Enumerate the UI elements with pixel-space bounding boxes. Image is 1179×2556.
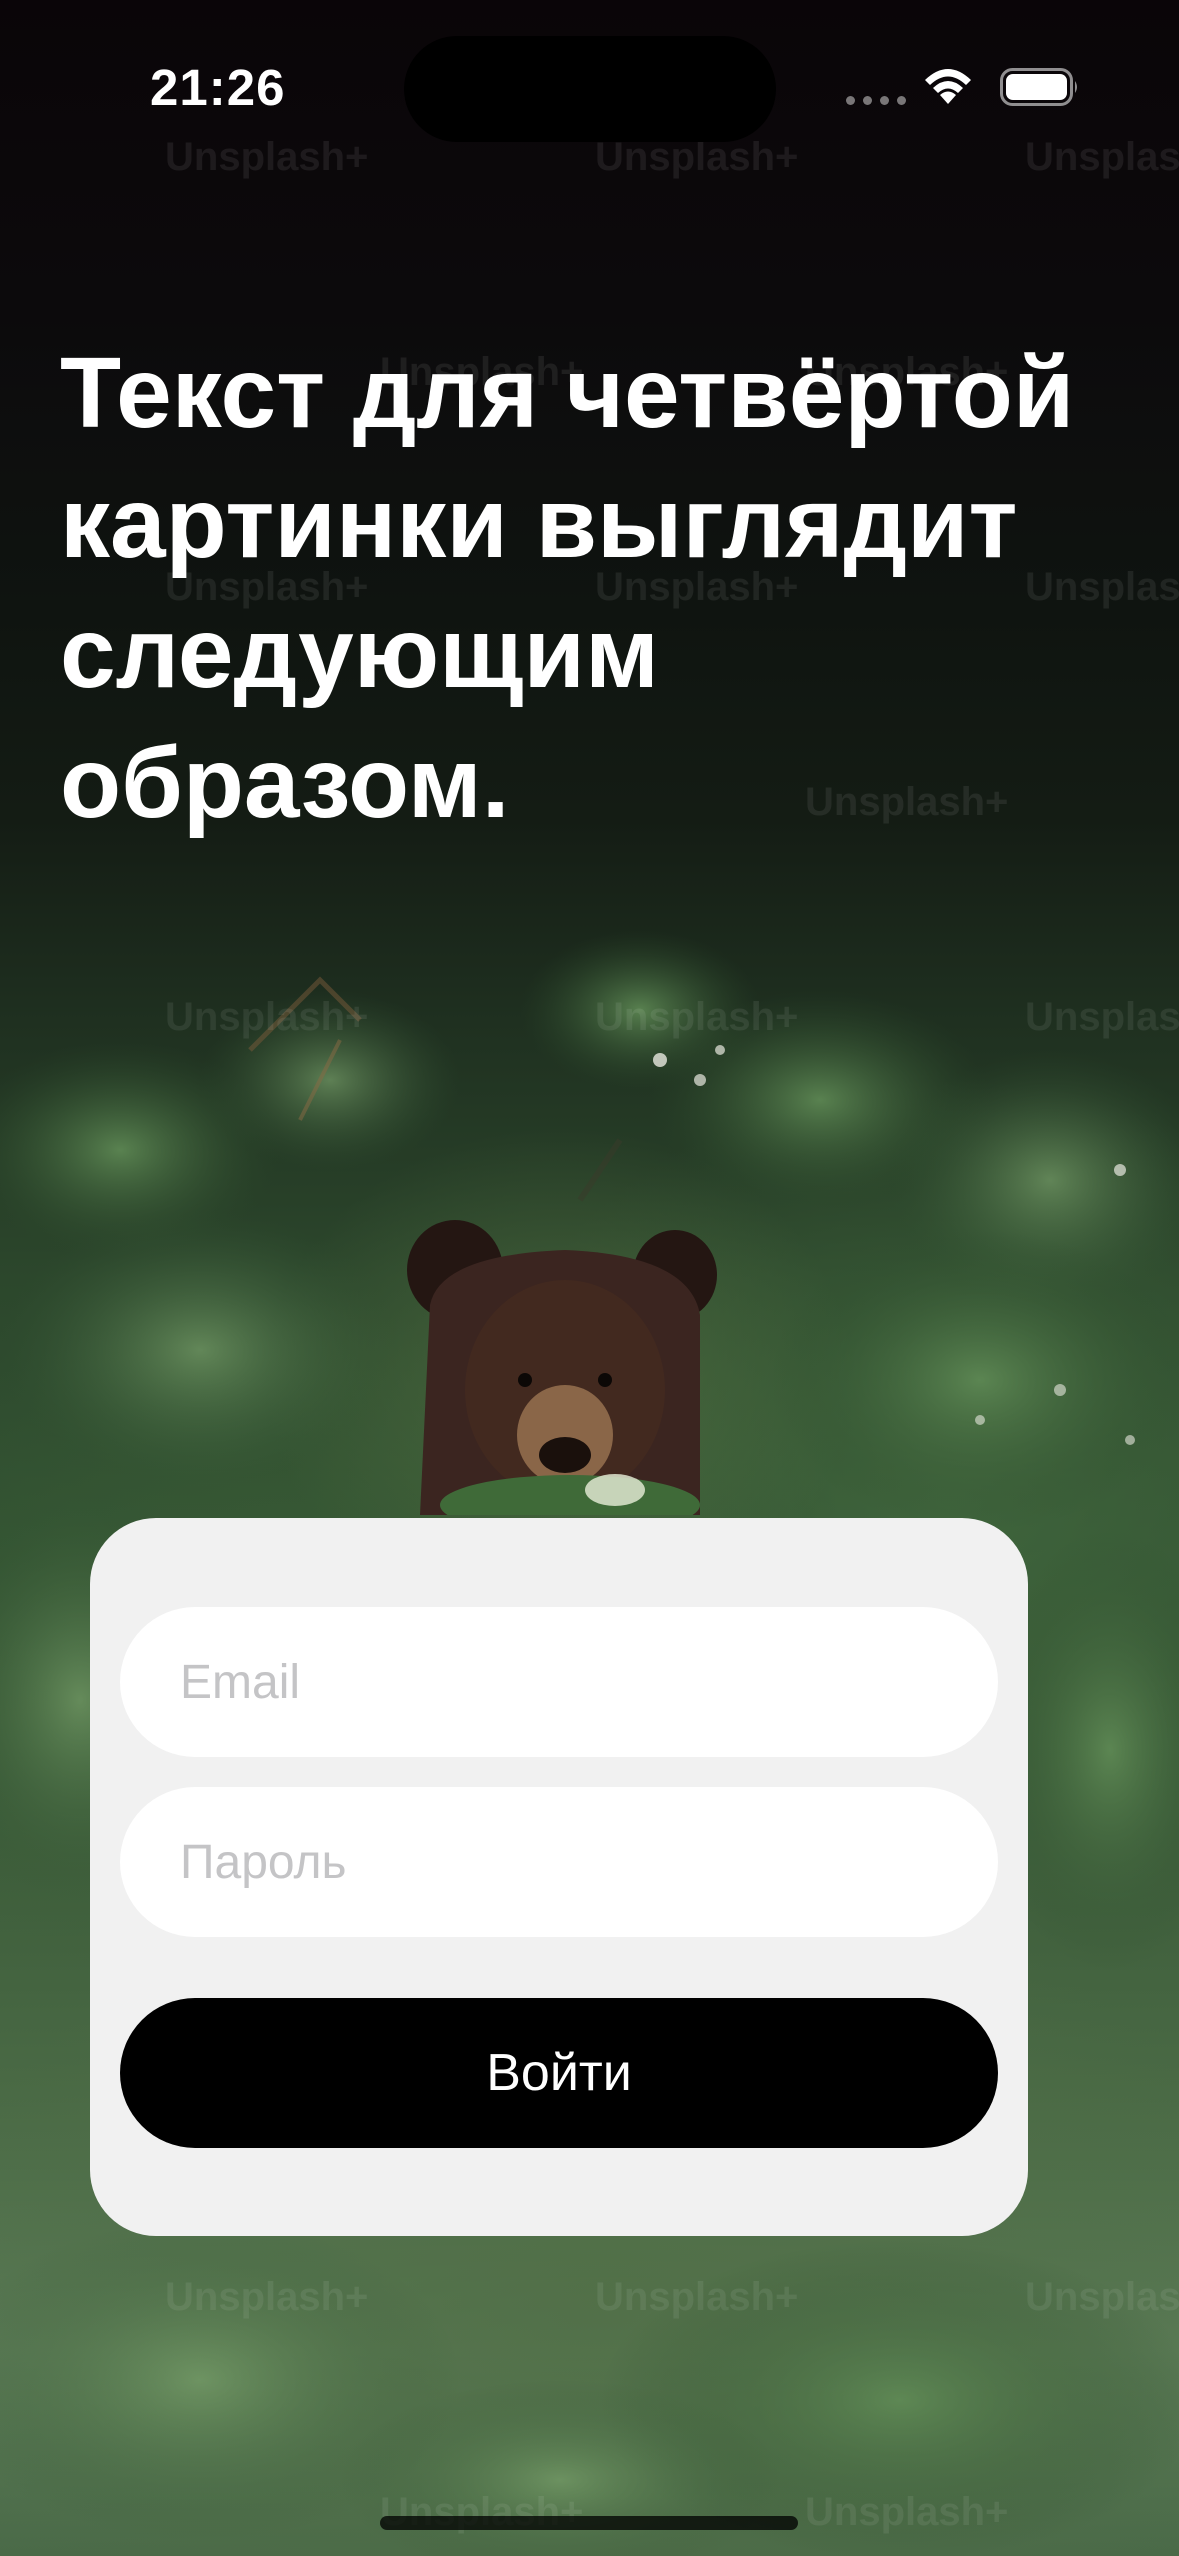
watermark: Unsplash+ [595,2275,799,2319]
status-time: 21:26 [150,59,286,116]
watermark: Unsplash+ [165,995,369,1039]
watermark: Unsplash+ [595,995,799,1039]
watermark: Unsplash+ [805,2490,1009,2534]
login-button[interactable]: Войти [120,1998,998,2148]
headline: Текст для четвёртой картинки выглядит сл… [60,337,1075,839]
home-indicator[interactable] [380,2516,798,2530]
battery-icon [1000,68,1077,106]
signal-dots-icon [846,96,906,105]
dynamic-island [404,36,776,142]
wifi-icon [925,69,971,104]
password-field[interactable] [120,1787,998,1937]
watermark: Unsplash+ [1025,135,1179,179]
email-field[interactable] [120,1607,998,1757]
login-screen: Unsplash+ Unsplash+ Unsplash+ Unsplash+ … [0,0,1179,2556]
login-card: Войти [90,1518,1028,2236]
bear-image [407,1220,717,1515]
watermark: Unsplash+ [165,2275,369,2319]
watermark: Unsplash+ [165,135,369,179]
watermark: Unsplash+ [1025,995,1179,1039]
watermark: Unsplash+ [1025,2275,1179,2319]
